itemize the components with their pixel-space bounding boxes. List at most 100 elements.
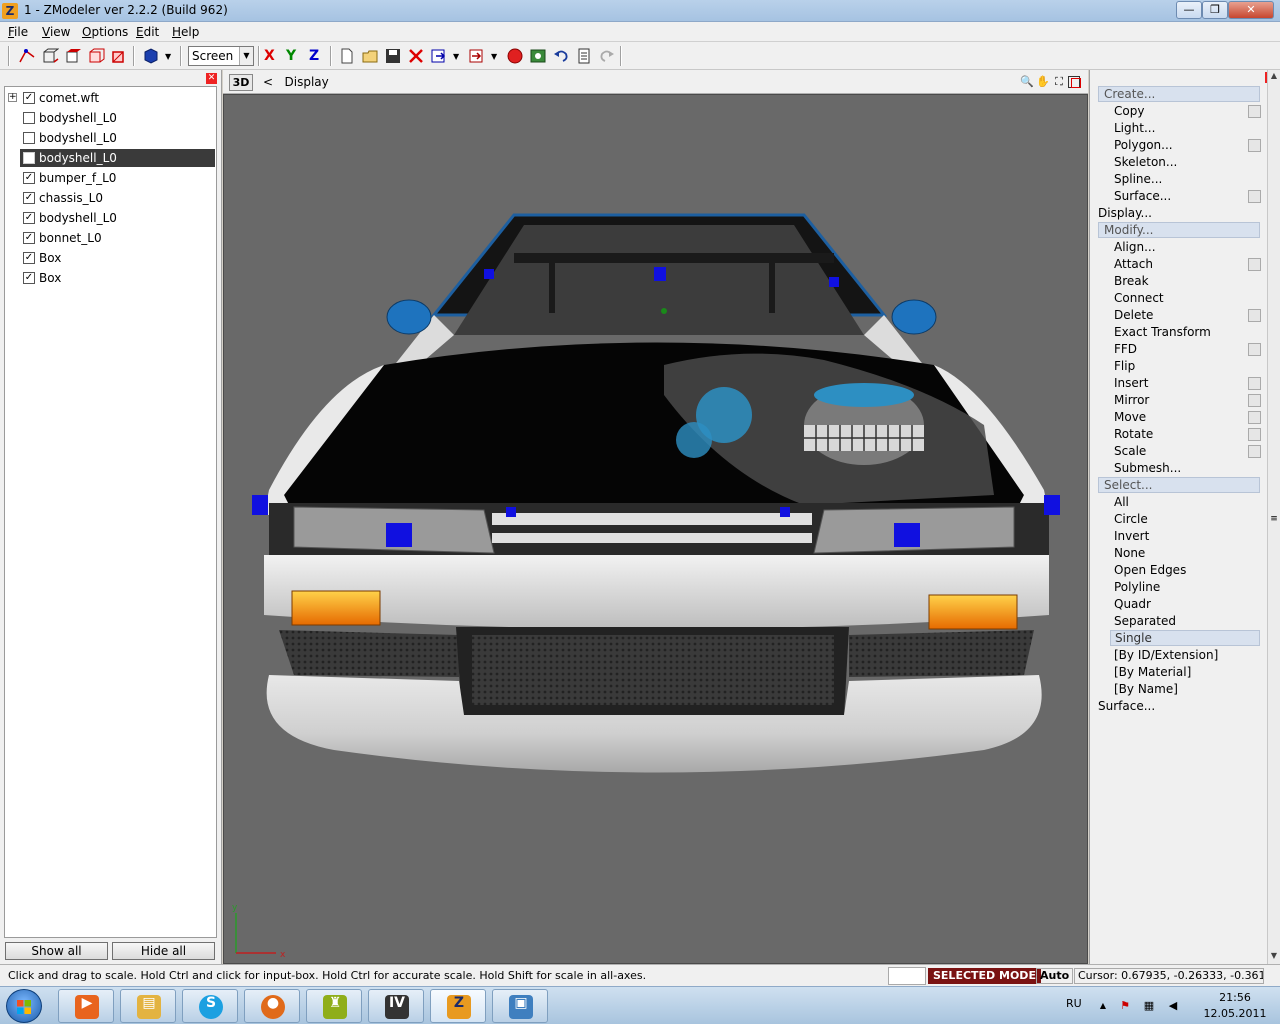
taskbar-skype[interactable]: S — [182, 989, 238, 1023]
select-face-icon[interactable] — [64, 47, 82, 65]
axis-z-toggle[interactable]: Z — [309, 48, 319, 64]
command-polygon[interactable]: Polygon... — [1114, 137, 1173, 153]
menu-view[interactable]: View — [42, 25, 70, 39]
ffd-options-button[interactable] — [1248, 343, 1261, 356]
tree-item-bonnet[interactable]: ✓ bonnet_L0 — [5, 229, 216, 247]
action-center-flag-icon[interactable]: ⚑ — [1118, 999, 1132, 1013]
visibility-checkbox[interactable] — [23, 112, 35, 124]
record-icon[interactable] — [506, 47, 524, 65]
notes-icon[interactable] — [575, 47, 593, 65]
axis-y-toggle[interactable]: Y — [286, 48, 296, 64]
command-attach[interactable]: Attach — [1114, 256, 1153, 272]
tree-item-chassis[interactable]: ✓ chassis_L0 — [5, 189, 216, 207]
select-by-material[interactable]: [By Material] — [1114, 664, 1191, 680]
close-viewport-icon[interactable] — [1071, 78, 1081, 88]
visibility-checkbox[interactable]: ✓ — [23, 92, 35, 104]
3d-viewport[interactable]: y x — [223, 94, 1088, 964]
command-connect[interactable]: Connect — [1114, 290, 1164, 306]
shading-dropdown-arrow-icon[interactable]: ▼ — [165, 52, 171, 61]
select-box-icon[interactable] — [110, 47, 128, 65]
command-exact-transform[interactable]: Exact Transform — [1114, 324, 1211, 340]
start-button[interactable] — [6, 989, 42, 1023]
section-create-header[interactable]: Create... — [1098, 86, 1260, 102]
taskbar-gta-iv[interactable]: IV — [368, 989, 424, 1023]
pan-hand-icon[interactable]: ✋ — [1036, 75, 1050, 89]
zoom-icon[interactable]: 🔍 — [1020, 75, 1034, 89]
taskbar-zmodeler-active[interactable]: Z — [430, 989, 486, 1023]
system-clock[interactable]: 21:56 12.05.2011 — [1200, 990, 1270, 1022]
command-move[interactable]: Move — [1114, 409, 1146, 425]
axis-x-toggle[interactable]: X — [264, 48, 275, 64]
select-open-edges[interactable]: Open Edges — [1114, 562, 1186, 578]
command-delete[interactable]: Delete — [1114, 307, 1153, 323]
command-copy[interactable]: Copy — [1114, 103, 1144, 119]
delete-options-button[interactable] — [1248, 309, 1261, 322]
volume-icon[interactable]: ◀ — [1166, 999, 1180, 1013]
select-by-id-extension[interactable]: [By ID/Extension] — [1114, 647, 1218, 663]
select-circle[interactable]: Circle — [1114, 511, 1148, 527]
save-file-icon[interactable] — [384, 47, 402, 65]
commands-scrollbar[interactable]: ▲ ≡ ▼ — [1267, 70, 1280, 964]
export-dropdown-arrow-icon[interactable]: ▼ — [491, 52, 497, 61]
select-vertex-icon[interactable] — [18, 47, 36, 65]
zmodeler-app-icon[interactable]: Z — [2, 3, 18, 19]
command-mirror[interactable]: Mirror — [1114, 392, 1149, 408]
tree-item-bodyshell[interactable]: bodyshell_L0 — [5, 129, 216, 147]
visibility-checkbox[interactable]: ✓ — [23, 232, 35, 244]
fit-view-icon[interactable]: ⛶ — [1052, 75, 1066, 89]
new-file-icon[interactable] — [338, 47, 356, 65]
import-icon[interactable] — [430, 47, 448, 65]
hide-all-button[interactable]: Hide all — [112, 942, 215, 960]
taskbar-media-player[interactable]: ▶ — [58, 989, 114, 1023]
open-file-icon[interactable] — [361, 47, 379, 65]
select-by-name[interactable]: [By Name] — [1114, 681, 1178, 697]
scroll-up-icon[interactable]: ▲ — [1268, 70, 1280, 82]
section-surface[interactable]: Surface... — [1098, 698, 1155, 714]
rotate-options-button[interactable] — [1248, 428, 1261, 441]
select-separated[interactable]: Separated — [1114, 613, 1176, 629]
command-spline[interactable]: Spline... — [1114, 171, 1162, 187]
taskbar-firefox[interactable]: ● — [244, 989, 300, 1023]
show-all-button[interactable]: Show all — [5, 942, 108, 960]
visibility-checkbox[interactable] — [23, 132, 35, 144]
select-quadr[interactable]: Quadr — [1114, 596, 1151, 612]
selected-mode-badge[interactable]: SELECTED MODE — [928, 968, 1041, 984]
command-ffd[interactable]: FFD — [1114, 341, 1137, 357]
scroll-thumb[interactable]: ≡ — [1269, 514, 1279, 526]
tree-item-comet-wft[interactable]: + ✓ comet.wft — [5, 89, 216, 107]
select-all[interactable]: All — [1114, 494, 1129, 510]
export-icon[interactable] — [468, 47, 486, 65]
command-submesh[interactable]: Submesh... — [1114, 460, 1181, 476]
taskbar-explorer[interactable]: ▤ — [120, 989, 176, 1023]
menu-file[interactable]: File — [8, 25, 28, 39]
delete-icon[interactable] — [407, 47, 425, 65]
view-mode-select[interactable]: Screen ▼ — [188, 46, 254, 66]
viewport-breadcrumb[interactable]: < Display — [263, 75, 329, 89]
section-display[interactable]: Display... — [1098, 205, 1152, 221]
close-panel-icon[interactable]: ✕ — [206, 73, 217, 84]
redo-icon[interactable] — [598, 47, 616, 65]
surface-options-button[interactable] — [1248, 190, 1261, 203]
auto-toggle[interactable]: Auto — [1036, 968, 1074, 984]
viewport-mode-tag[interactable]: 3D — [229, 74, 253, 91]
visibility-checkbox[interactable]: ✓ — [23, 252, 35, 264]
materials-icon[interactable] — [529, 47, 547, 65]
menu-help[interactable]: Help — [172, 25, 199, 39]
object-tree[interactable]: + ✓ comet.wft bodyshell_L0 bodyshell_L0 … — [4, 86, 217, 938]
command-align[interactable]: Align... — [1114, 239, 1156, 255]
attach-options-button[interactable] — [1248, 258, 1261, 271]
visibility-checkbox[interactable]: ✓ — [23, 192, 35, 204]
taskbar-picture-viewer[interactable]: ▣ — [492, 989, 548, 1023]
command-insert[interactable]: Insert — [1114, 375, 1148, 391]
select-none[interactable]: None — [1114, 545, 1145, 561]
select-polyline[interactable]: Polyline — [1114, 579, 1160, 595]
command-light[interactable]: Light... — [1114, 120, 1155, 136]
show-hidden-icons-icon[interactable]: ▲ — [1096, 999, 1110, 1013]
command-break[interactable]: Break — [1114, 273, 1149, 289]
minimize-button[interactable]: — — [1176, 1, 1202, 19]
visibility-checkbox[interactable]: ✓ — [23, 272, 35, 284]
tree-item-bodyshell-selected[interactable]: bodyshell_L0 — [20, 149, 215, 167]
visibility-checkbox[interactable]: ✓ — [23, 172, 35, 184]
scale-options-button[interactable] — [1248, 445, 1261, 458]
select-invert[interactable]: Invert — [1114, 528, 1149, 544]
